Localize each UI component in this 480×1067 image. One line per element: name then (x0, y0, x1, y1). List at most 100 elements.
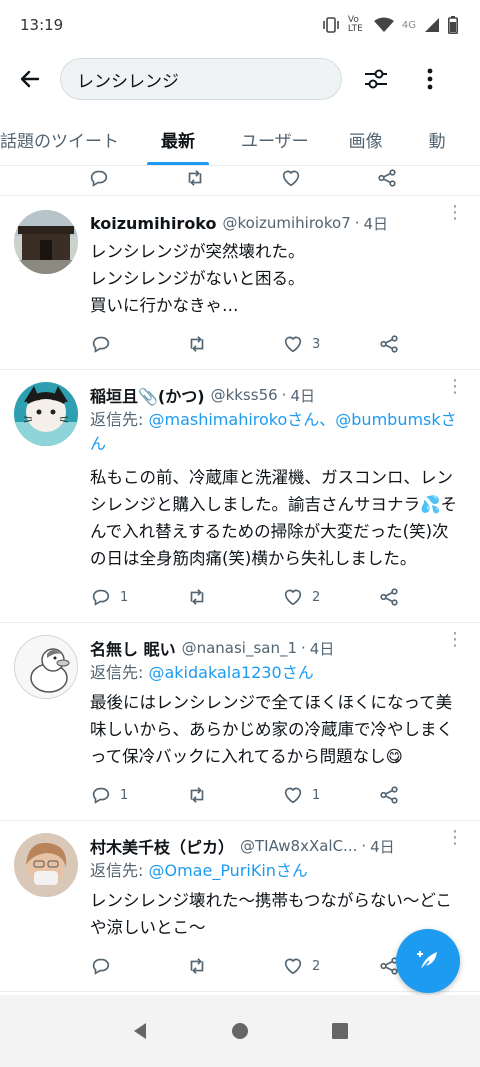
compose-feather-icon (417, 951, 437, 971)
retweet-icon (188, 170, 202, 186)
reply-button[interactable] (90, 955, 186, 977)
search-query: レンシレンジ (77, 71, 179, 92)
tweet-feed[interactable]: koizumihiroko @koizumihiroko7 · 4日 レンシレン… (0, 166, 480, 994)
tweet[interactable]: 名無し 眠い @nanasi_san_1 · 4日 返信先: @akidakal… (0, 623, 480, 821)
author-handle[interactable]: @nanasi_san_1 (182, 639, 297, 657)
tab-latest[interactable]: 最新 (147, 112, 209, 165)
like-button[interactable] (280, 167, 376, 189)
nav-recents-icon[interactable] (330, 1021, 350, 1041)
network-label: 4G (401, 19, 416, 31)
tweet[interactable]: 稲垣且📎(かつ) @kkss56 · 4日 返信先: @mashimahirok… (0, 370, 480, 623)
retweet-button[interactable] (186, 333, 282, 355)
partial-tweet (0, 166, 480, 196)
reply-button[interactable]: 1 (90, 784, 186, 806)
avatar[interactable] (14, 833, 78, 897)
author-handle[interactable]: @TIAw8xXalC... (240, 837, 357, 855)
author-name[interactable]: 稲垣且📎(かつ) (90, 383, 205, 407)
tweet-actions: 3 (90, 331, 464, 357)
tweet[interactable]: koizumihiroko @koizumihiroko7 · 4日 レンシレン… (0, 196, 480, 370)
tweet-menu-icon[interactable]: ⋮ (446, 631, 464, 649)
reply-icon (92, 589, 110, 606)
tweet-menu-icon[interactable]: ⋮ (446, 378, 464, 396)
wifi-icon (373, 17, 394, 32)
status-icons: Vo LTE 4G (322, 16, 458, 34)
share-icon (380, 786, 398, 804)
reply-context: 返信先: @mashimahirokoさん、@bumbumskさん (90, 408, 464, 456)
author-name[interactable]: 名無し 眠い (90, 636, 176, 660)
tab-label: 動 (428, 131, 446, 152)
tab-people[interactable]: ユーザー (241, 112, 309, 165)
heart-icon (284, 336, 302, 353)
author-handle[interactable]: @koizumihiroko7 (223, 214, 351, 232)
status-time: 13:19 (20, 16, 64, 34)
tweet-text: レンシレンジ壊れた〜携帯もつながらない〜どこや涼しいとこ〜 (90, 891, 452, 937)
nav-home-icon[interactable] (230, 1021, 250, 1041)
like-button[interactable]: 2 (282, 586, 378, 608)
tweet-actions: 1 2 (90, 584, 464, 610)
share-button[interactable] (376, 167, 398, 189)
avatar[interactable] (14, 382, 78, 446)
back-button[interactable] (0, 50, 60, 108)
share-button[interactable] (378, 586, 400, 608)
separator-dot: · (301, 639, 306, 657)
retweet-button[interactable] (186, 955, 282, 977)
share-button[interactable] (378, 333, 400, 355)
avatar[interactable] (14, 210, 78, 274)
reply-button[interactable]: 1 (90, 586, 186, 608)
reply-icon (92, 787, 110, 804)
top-bar: レンシレンジ (0, 50, 480, 108)
reply-icon (92, 958, 110, 975)
retweet-button[interactable] (186, 784, 282, 806)
nav-back-icon[interactable] (130, 1021, 150, 1041)
author-name[interactable]: koizumihiroko (90, 214, 217, 233)
share-icon (380, 335, 398, 353)
like-button[interactable]: 3 (282, 333, 378, 355)
retweet-icon (190, 787, 204, 803)
tab-label: 画像 (348, 131, 383, 152)
tab-label: ユーザー (241, 131, 309, 152)
author-handle[interactable]: @kkss56 (211, 386, 278, 404)
volte-label: Vo LTE (347, 15, 363, 34)
reply-prefix: 返信先: (90, 663, 149, 682)
system-nav-bar (0, 995, 480, 1067)
search-input[interactable]: レンシレンジ (60, 58, 342, 100)
tweet-header: 稲垣且📎(かつ) @kkss56 · 4日 (90, 382, 464, 408)
tweet-time: 4日 (370, 837, 395, 856)
search-tabs: 話題のツイート 最新 ユーザー 画像 動 (0, 112, 480, 166)
reply-button[interactable] (90, 333, 186, 355)
heart-icon (284, 787, 302, 804)
tweet-body: 稲垣且📎(かつ) @kkss56 · 4日 返信先: @mashimahirok… (90, 382, 464, 610)
share-button[interactable] (378, 784, 400, 806)
reply-mentions[interactable]: @akidakala1230さん (148, 663, 313, 682)
share-icon (380, 588, 398, 606)
retweet-button[interactable] (184, 167, 280, 189)
separator-dot: · (361, 837, 367, 855)
tweet-body: koizumihiroko @koizumihiroko7 · 4日 レンシレン… (90, 210, 464, 357)
author-name[interactable]: 村木美千枝（ピカ） (90, 834, 234, 858)
tweet-menu-icon[interactable]: ⋮ (446, 829, 464, 847)
heart-icon (284, 958, 302, 975)
like-count: 1 (312, 787, 321, 803)
kebab-menu-icon (427, 68, 433, 90)
like-button[interactable]: 1 (282, 784, 378, 806)
tab-videos[interactable]: 動 (428, 112, 446, 165)
tweet-time: 4日 (363, 214, 389, 233)
tweet-header: 名無し 眠い @nanasi_san_1 · 4日 (90, 635, 464, 661)
tweet-menu-icon[interactable]: ⋮ (446, 204, 464, 222)
compose-tweet-button[interactable] (396, 929, 460, 993)
reply-button[interactable] (88, 167, 184, 189)
like-count: 3 (312, 336, 321, 352)
heart-icon (284, 589, 302, 606)
like-count: 2 (312, 958, 321, 974)
reply-mentions[interactable]: @Omae_PuriKinさん (148, 861, 307, 880)
tweet-actions: 1 1 (90, 782, 464, 808)
tab-photos[interactable]: 画像 (348, 112, 383, 165)
like-button[interactable]: 2 (282, 955, 378, 977)
retweet-button[interactable] (186, 586, 282, 608)
more-options-button[interactable] (410, 50, 450, 108)
tweet-text: レンシレンジが突然壊れた。 レンシレンジがないと困る。 買いに行かなきゃ… (90, 242, 305, 315)
tab-top[interactable]: 話題のツイート (0, 112, 119, 165)
avatar[interactable] (14, 635, 78, 699)
search-filter-button[interactable] (342, 50, 410, 108)
like-count: 2 (312, 589, 321, 605)
